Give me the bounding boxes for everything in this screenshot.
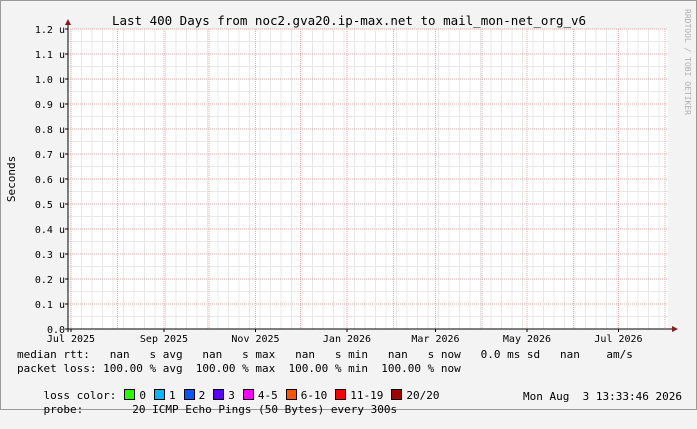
x-tick-label: Jul 2026 [594,334,642,345]
y-tick-label: 0.4 u [35,225,65,236]
y-tick-label: 0.6 u [35,175,65,186]
packet-loss-line: packet loss: 100.00 % avg 100.00 % max 1… [17,362,461,375]
x-tick-label: Nov 2025 [231,334,279,345]
y-tick-label: 1.1 u [35,50,65,61]
x-tick-label: Jan 2026 [323,334,371,345]
x-tick-label: Sep 2025 [140,334,188,345]
graph-frame: Last 400 Days from noc2.gva20.ip-max.net… [0,0,697,416]
chart-title: Last 400 Days from noc2.gva20.ip-max.net… [112,13,586,28]
x-tick-label: Jul 2025 [47,334,95,345]
y-axis-arrow [65,19,71,25]
y-tick-label: 1.0 u [35,75,65,86]
y-tick-label: 0.8 u [35,125,65,136]
y-tick-label: 0.2 u [35,275,65,286]
y-tick-label: 0.3 u [35,250,65,261]
y-tick-label: 1.2 u [35,25,65,36]
y-tick-label: 0.7 u [35,150,65,161]
timestamp: Mon Aug 3 13:33:46 2026 [523,390,682,403]
y-tick-label: 0.5 u [35,200,65,211]
x-tick-label: May 2026 [503,334,551,345]
median-rtt-line: median rtt: nan s avg nan s max nan s mi… [17,348,633,361]
y-axis-label: Seconds [5,156,18,202]
y-tick-label: 0.1 u [35,300,65,311]
watermark: RRDTOOL / TOBI OETIKER [683,9,692,115]
y-tick-label: 0.9 u [35,100,65,111]
x-tick-label: Mar 2026 [411,334,459,345]
x-axis-arrow [672,326,678,332]
